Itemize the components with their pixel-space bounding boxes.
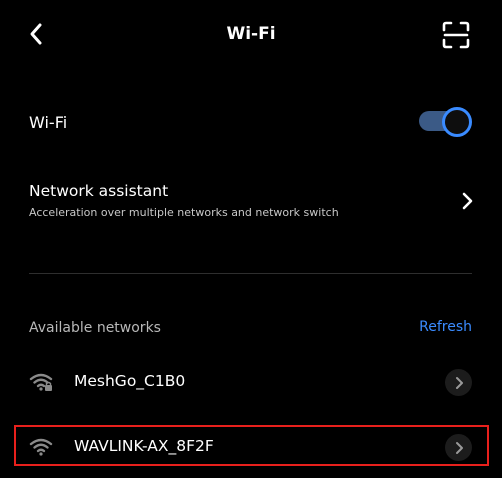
scan-icon (442, 21, 470, 49)
chevron-right-icon (462, 192, 473, 210)
wifi-toggle-switch[interactable] (419, 106, 472, 137)
network-details-button[interactable] (445, 369, 472, 396)
chevron-right-icon (455, 441, 463, 454)
network-details-button[interactable] (445, 434, 472, 461)
page-title: Wi-Fi (226, 24, 276, 44)
wifi-toggle-label: Wi-Fi (29, 113, 68, 132)
network-item-wavlink[interactable]: WAVLINK-AX_8F2F (0, 423, 502, 473)
network-name: MeshGo_C1B0 (74, 372, 186, 390)
network-assistant-subtitle: Acceleration over multiple networks and … (29, 206, 339, 219)
network-item-meshgo[interactable]: MeshGo_C1B0 (0, 358, 502, 408)
wifi-icon (29, 438, 53, 456)
scan-button[interactable] (440, 20, 472, 50)
refresh-button[interactable]: Refresh (419, 319, 472, 335)
chevron-right-icon (455, 376, 463, 389)
wifi-locked-icon (29, 373, 53, 391)
network-assistant-row[interactable]: Network assistant Acceleration over mult… (0, 174, 502, 228)
network-name: WAVLINK-AX_8F2F (74, 437, 214, 455)
toggle-knob (442, 107, 472, 137)
available-networks-label: Available networks (29, 320, 161, 336)
available-networks-header: Available networks Refresh (0, 316, 502, 342)
network-assistant-title: Network assistant (29, 182, 169, 200)
wifi-settings-screen: Wi-Fi Wi-Fi Network assistant Accelerati… (0, 0, 502, 478)
section-divider (29, 273, 472, 274)
header: Wi-Fi (0, 0, 502, 70)
